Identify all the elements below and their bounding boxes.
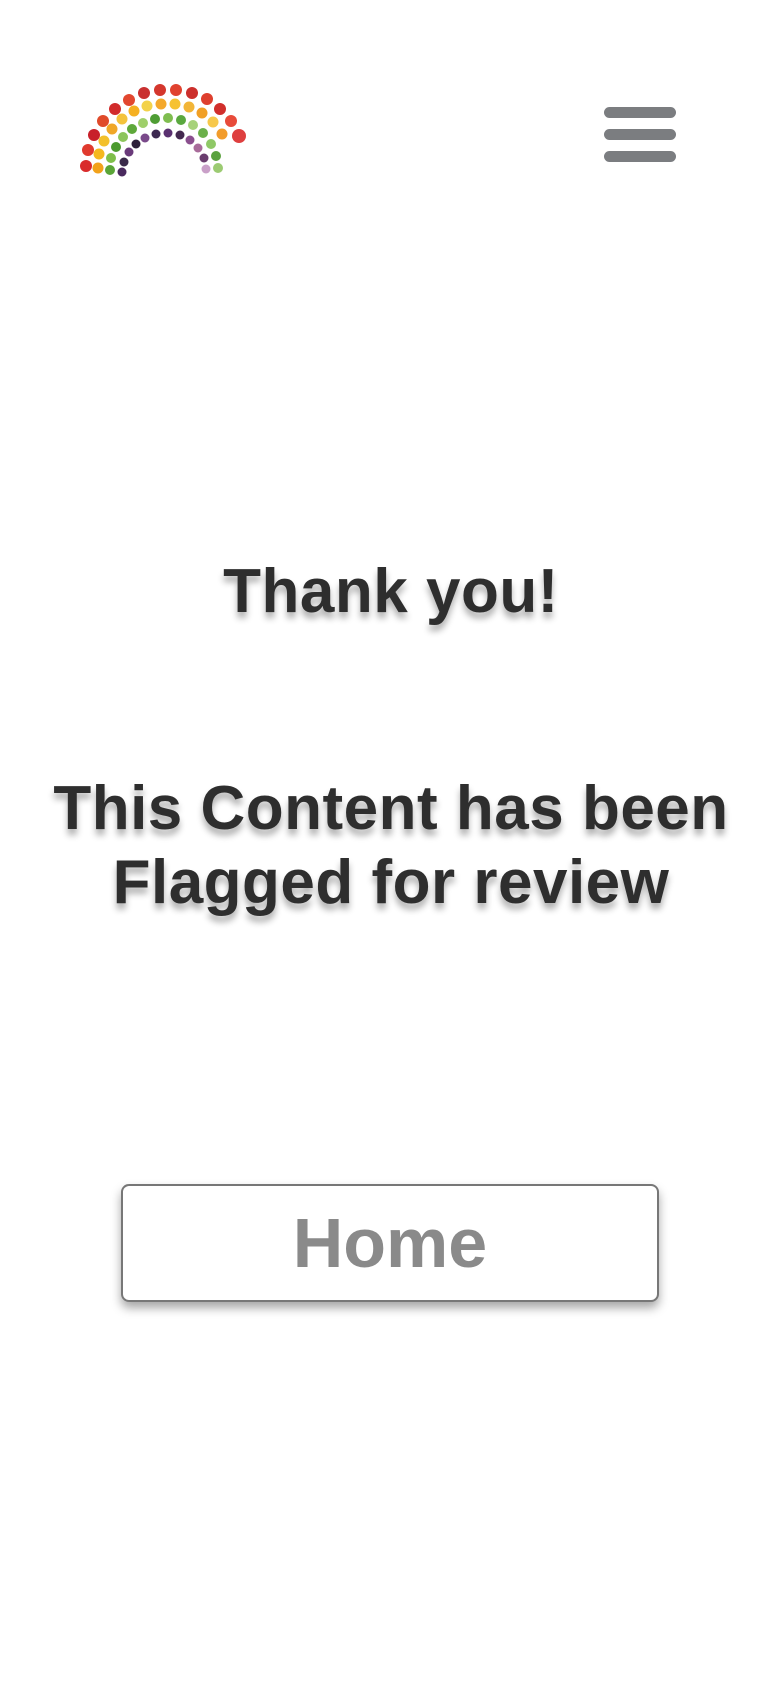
flagged-message: This Content has been Flagged for review [40, 772, 742, 920]
menu-button[interactable] [598, 100, 682, 172]
flagged-message-line-2: Flagged for review [112, 848, 670, 917]
flagged-message-line-1: This Content has been [53, 774, 729, 843]
page-title: Thank you! [223, 557, 559, 626]
logo-icon [80, 84, 246, 177]
home-button[interactable]: Home [121, 1184, 659, 1302]
fruit-rainbow-logo[interactable] [80, 78, 246, 178]
